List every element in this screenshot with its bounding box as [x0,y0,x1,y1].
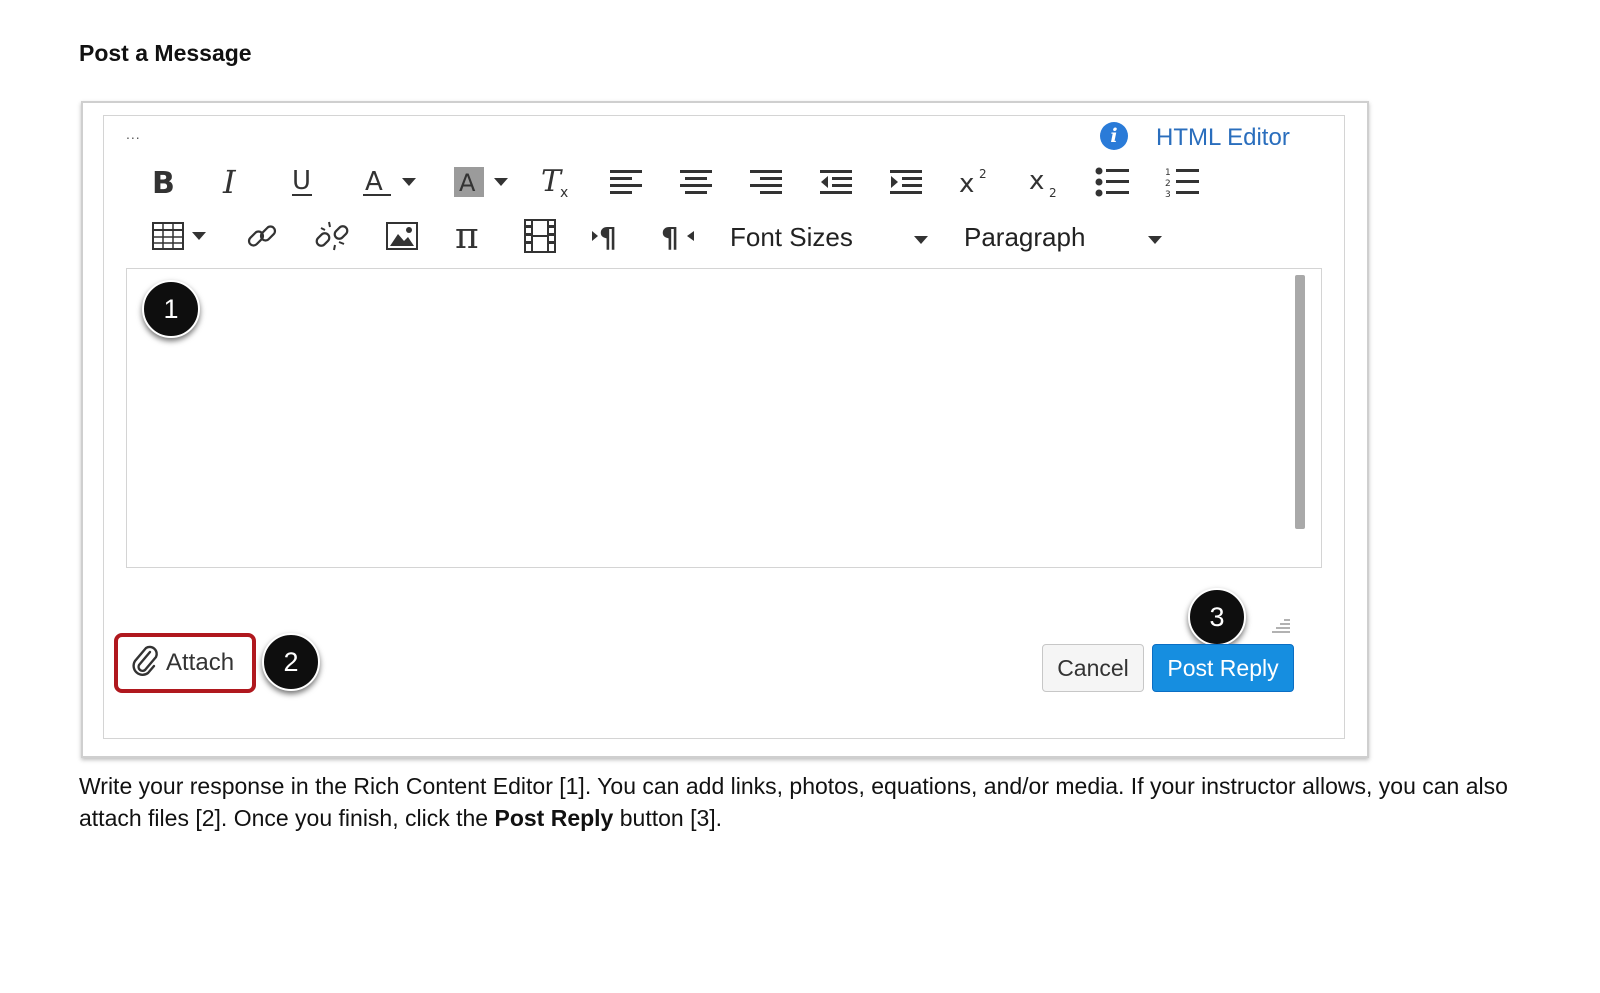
attach-button[interactable]: Attach [114,633,256,693]
image-icon[interactable] [380,214,424,258]
rich-content-editor: ... i HTML Editor B I U A A Tx x 2 x 2 1… [103,115,1345,739]
outdent-icon[interactable] [814,160,858,204]
unlink-icon[interactable] [310,214,354,258]
bold-icon[interactable]: B [140,160,184,204]
link-icon[interactable] [240,214,284,258]
paperclip-icon [130,644,160,683]
svg-text:3: 3 [1165,190,1171,198]
instructions-text-1: Write your response in the Rich Content … [79,773,1508,831]
svg-text:¶: ¶ [599,221,617,253]
chevron-down-icon[interactable] [494,178,508,186]
equation-icon[interactable]: π [450,214,494,258]
svg-text:B: B [152,166,175,198]
svg-text:A: A [459,169,476,197]
align-right-icon[interactable] [744,160,788,204]
svg-text:I: I [222,166,237,198]
cancel-button[interactable]: Cancel [1042,644,1144,692]
instructions-paragraph: Write your response in the Rich Content … [79,770,1519,834]
post-reply-button[interactable]: Post Reply [1152,644,1294,692]
subscript-icon[interactable]: x2 [1022,160,1066,204]
svg-text:x: x [959,169,974,198]
chevron-down-icon[interactable] [402,178,416,186]
ltr-paragraph-icon[interactable]: ¶ [586,214,630,258]
underline-icon[interactable]: U [280,160,324,204]
editor-text-area[interactable] [126,268,1322,568]
text-color-icon[interactable]: A [350,160,426,204]
instructions-text-2: button [3]. [613,805,723,831]
svg-text:2: 2 [1165,179,1171,189]
svg-text:¶: ¶ [661,221,679,253]
page-title: Post a Message [79,40,252,66]
rtl-paragraph-icon[interactable]: ¶ [656,214,700,258]
chevron-down-icon[interactable] [192,232,206,240]
svg-text:x: x [560,185,568,200]
numbered-list-icon[interactable]: 123 [1160,160,1204,204]
callout-marker-3: 3 [1188,588,1246,646]
indent-icon[interactable] [884,160,928,204]
info-icon[interactable]: i [1100,122,1128,150]
callout-marker-2: 2 [262,633,320,691]
background-color-icon[interactable]: A [442,160,518,204]
clear-formatting-icon[interactable]: Tx [534,160,578,204]
paragraph-select[interactable]: Paragraph [964,222,1085,253]
align-center-icon[interactable] [674,160,718,204]
svg-text:π: π [455,218,479,254]
svg-text:x: x [1029,166,1044,196]
svg-text:1: 1 [1165,168,1171,178]
chevron-down-icon[interactable] [914,236,928,244]
editor-menu-dots[interactable]: ... [126,126,141,142]
chevron-down-icon[interactable] [1148,236,1162,244]
bullet-list-icon[interactable] [1090,160,1134,204]
media-icon[interactable] [518,214,562,258]
resize-handle-icon[interactable] [1270,616,1292,641]
svg-text:2: 2 [1049,186,1057,199]
svg-text:2: 2 [979,167,987,181]
editor-scrollbar[interactable] [1295,275,1305,529]
callout-marker-1: 1 [142,280,200,338]
attach-label: Attach [166,649,235,676]
align-left-icon[interactable] [604,160,648,204]
table-icon[interactable] [144,214,214,258]
superscript-icon[interactable]: x2 [952,160,996,204]
reply-editor-panel: ... i HTML Editor B I U A A Tx x 2 x 2 1… [81,101,1369,758]
svg-text:A: A [365,167,383,197]
italic-icon[interactable]: I [210,160,254,204]
instructions-bold-post-reply: Post Reply [494,805,614,831]
html-editor-link[interactable]: HTML Editor [1156,124,1290,152]
svg-text:U: U [292,166,311,196]
font-sizes-select[interactable]: Font Sizes [730,222,853,253]
